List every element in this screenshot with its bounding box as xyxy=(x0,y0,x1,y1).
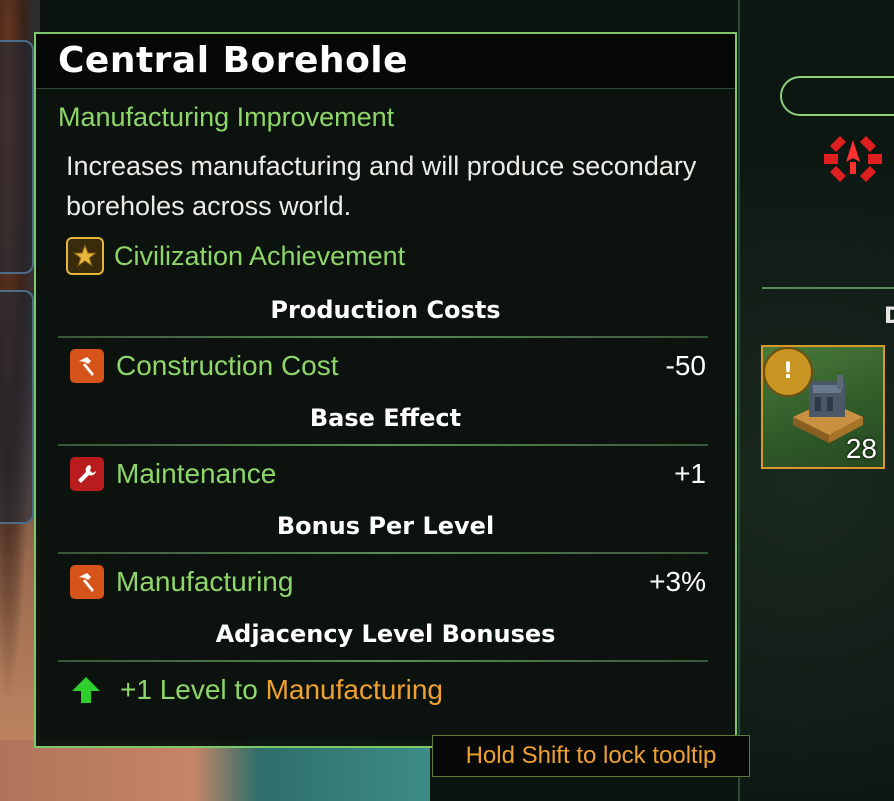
wrench-icon xyxy=(70,457,104,491)
section-divider xyxy=(58,336,708,338)
construction-cost-label: Construction Cost xyxy=(116,350,339,381)
achievement-row: Civilization Achievement xyxy=(66,236,405,276)
building-card[interactable]: ! 28 xyxy=(761,345,885,469)
construction-cost-row: Construction Cost -50 xyxy=(70,346,706,386)
green-up-arrow-icon xyxy=(70,675,102,705)
maintenance-value: +1 xyxy=(674,458,706,489)
section-bonus-per-level: Bonus Per Level xyxy=(276,512,495,540)
side-panel-divider xyxy=(762,287,894,289)
hex-tile xyxy=(0,40,34,274)
adjacency-bonus-row: +1 Level to Manufacturing xyxy=(70,670,443,710)
building-count: 28 xyxy=(845,433,877,464)
improvement-category: Manufacturing Improvement xyxy=(58,102,395,132)
construction-cost-value: -50 xyxy=(665,350,706,381)
section-divider xyxy=(58,444,708,446)
side-panel-pill-button[interactable] xyxy=(780,76,894,116)
adjacency-bonus-target: Manufacturing xyxy=(265,674,443,705)
red-alert-icon[interactable] xyxy=(820,126,886,192)
improvement-description: Increases manufacturing and will produce… xyxy=(66,151,697,221)
maintenance-label: Maintenance xyxy=(116,458,277,489)
section-divider xyxy=(58,660,708,662)
section-base-effect: Base Effect xyxy=(309,404,462,432)
hammer-icon xyxy=(70,565,104,599)
hex-tile xyxy=(0,290,34,524)
hammer-icon xyxy=(70,349,104,383)
tooltip-panel: Central Borehole Manufacturing Improveme… xyxy=(34,32,737,748)
maintenance-row: Maintenance +1 xyxy=(70,454,706,494)
map-background-bottom xyxy=(0,740,430,801)
tooltip-title: Central Borehole xyxy=(58,40,409,81)
section-production-costs: Production Costs xyxy=(270,296,501,324)
section-divider xyxy=(58,552,708,554)
achievement-label: Civilization Achievement xyxy=(114,240,406,271)
manufacturing-label: Manufacturing xyxy=(116,566,294,597)
manufacturing-value: +3% xyxy=(649,566,706,597)
manufacturing-row: Manufacturing +3% xyxy=(70,562,706,602)
star-icon xyxy=(66,237,104,275)
adjacency-bonus-prefix: +1 Level to xyxy=(120,674,266,705)
section-adjacency-bonuses: Adjacency Level Bonuses xyxy=(215,620,556,648)
lock-tooltip-hint: Hold Shift to lock tooltip xyxy=(432,735,750,777)
side-panel-partial-text: D xyxy=(884,304,894,329)
notification-badge: ! xyxy=(763,347,813,397)
